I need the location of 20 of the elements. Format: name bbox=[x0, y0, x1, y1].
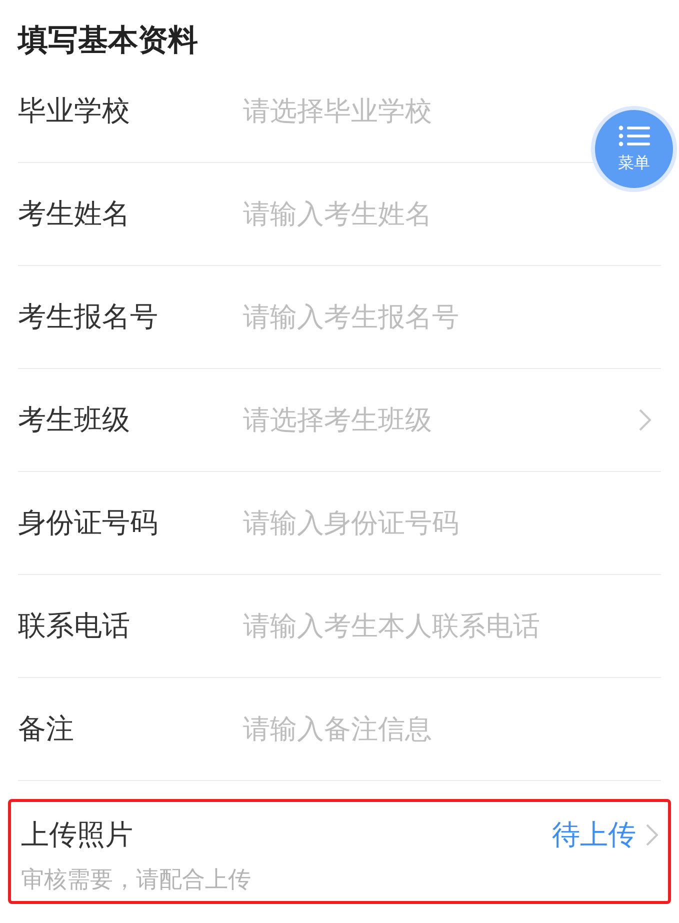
field-label: 考生班级 bbox=[18, 402, 131, 438]
upload-photo-row[interactable]: 上传照片 待上传 审核需要，请配合上传 bbox=[8, 799, 671, 904]
field-label: 考生姓名 bbox=[18, 196, 131, 232]
chevron-icon bbox=[646, 824, 658, 846]
field-label: 考生报名号 bbox=[18, 299, 159, 335]
upload-hint: 审核需要，请配合上传 bbox=[21, 866, 252, 895]
page-title: 填写基本资料 bbox=[16, 22, 199, 60]
input-field[interactable]: 请输入考生本人联系电话 bbox=[243, 610, 661, 642]
field-label: 身份证号码 bbox=[18, 505, 159, 541]
field-label: 毕业学校 bbox=[18, 93, 131, 129]
input-field[interactable]: 请输入备注信息 bbox=[243, 714, 661, 744]
field-label: 联系电话 bbox=[18, 608, 131, 644]
field-label: 备注 bbox=[18, 711, 75, 747]
input-field[interactable]: 请选择考生班级 bbox=[243, 404, 639, 436]
upload-status: 待上传 bbox=[552, 817, 636, 853]
menu-icon bbox=[618, 124, 650, 146]
input-field[interactable]: 请输入考生报名号 bbox=[243, 302, 661, 332]
input-field[interactable]: 请输入考生姓名 bbox=[243, 198, 661, 230]
upload-label: 上传照片 bbox=[21, 817, 134, 853]
input-field[interactable]: 请输入身份证号码 bbox=[243, 508, 661, 538]
